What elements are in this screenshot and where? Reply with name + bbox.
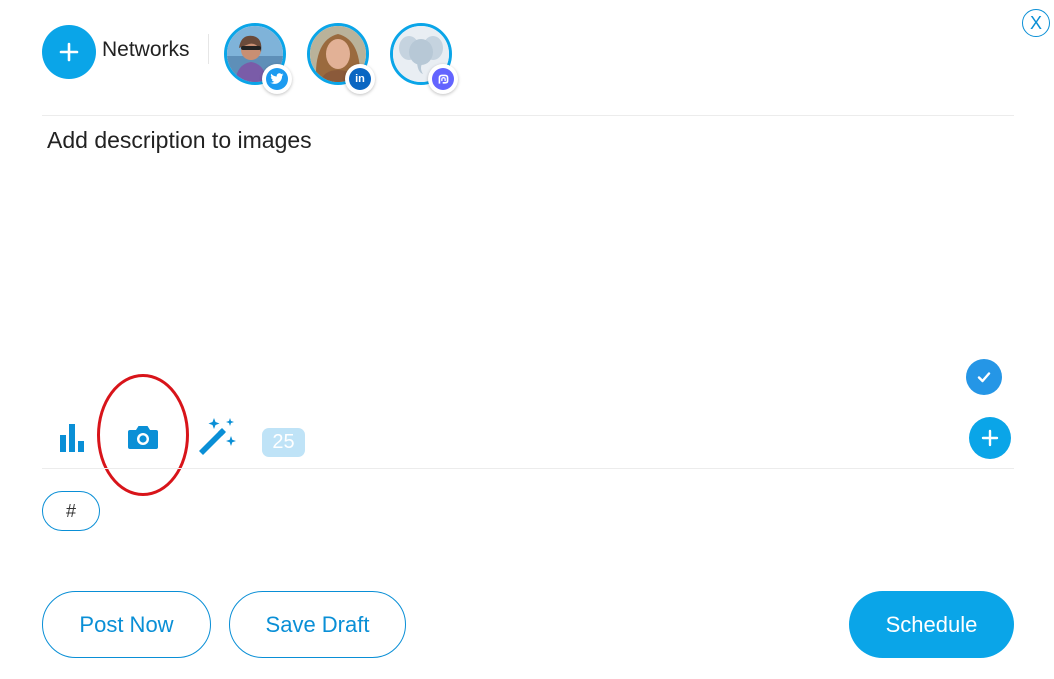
- twitter-badge: [262, 64, 292, 94]
- character-count-badge: 25: [262, 428, 305, 457]
- divider: [42, 115, 1014, 116]
- camera-icon: [128, 426, 158, 449]
- account-linkedin[interactable]: in: [307, 23, 375, 94]
- linkedin-badge: in: [345, 64, 375, 94]
- account-twitter[interactable]: [224, 23, 292, 94]
- mastodon-icon: [432, 68, 454, 90]
- checkmark-icon: [977, 372, 991, 383]
- schedule-button[interactable]: Schedule: [849, 591, 1014, 658]
- twitter-icon: [266, 68, 288, 90]
- close-label: X: [1029, 13, 1042, 33]
- networks-label: Networks: [102, 38, 190, 61]
- mastodon-badge: [428, 64, 458, 94]
- hashtag-button[interactable]: #: [42, 491, 100, 531]
- compose-post-dialog: X Networks in Add description to images …: [0, 0, 1054, 679]
- hashtag-label: #: [65, 500, 76, 521]
- stats-button[interactable]: [55, 420, 91, 454]
- plus-icon: [59, 42, 79, 62]
- bar-chart-icon: [60, 424, 84, 452]
- account-mastodon[interactable]: [390, 23, 458, 94]
- add-post-button[interactable]: [969, 417, 1011, 459]
- linkedin-icon: in: [349, 68, 371, 90]
- magic-wand-icon: [199, 418, 236, 455]
- header-divider: [208, 34, 209, 64]
- divider: [42, 468, 1014, 469]
- save-draft-button[interactable]: Save Draft: [229, 591, 406, 658]
- post-now-button[interactable]: Post Now: [42, 591, 211, 658]
- close-button[interactable]: X: [1022, 9, 1050, 37]
- add-network-button[interactable]: [42, 25, 96, 79]
- plus-icon: [981, 429, 999, 447]
- magic-assist-button[interactable]: [194, 414, 238, 458]
- check-button[interactable]: [966, 359, 1002, 395]
- add-image-button[interactable]: [124, 420, 162, 454]
- post-description-input[interactable]: Add description to images: [47, 127, 987, 347]
